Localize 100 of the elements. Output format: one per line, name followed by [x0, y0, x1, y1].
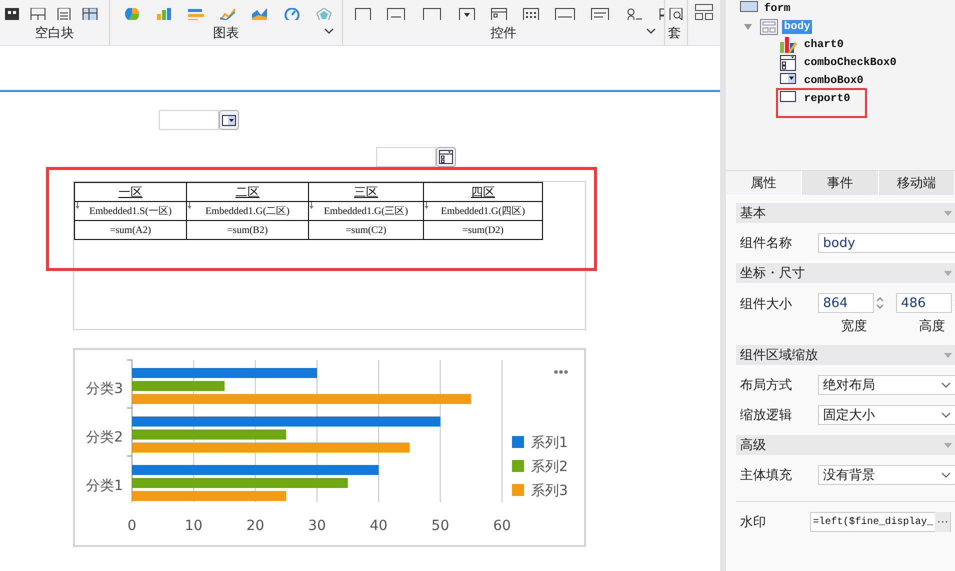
section-header[interactable]: 组件区域缩放: [736, 345, 955, 365]
table-cell: 四区: [424, 182, 542, 202]
axis-tick-label: 60: [493, 518, 511, 534]
table-cell: =sum(B2): [186, 220, 308, 240]
section-title: 高级: [740, 437, 766, 454]
chevron-down-icon: [941, 412, 951, 418]
down-arrow-icon: [187, 202, 192, 209]
section-title: 组件区域缩放: [740, 347, 818, 364]
axis-tick-label: 30: [308, 518, 326, 534]
section-header[interactable]: 高级: [736, 435, 955, 455]
chart-icon: [780, 37, 798, 53]
axis-tick-label: 10: [184, 518, 203, 534]
horizontal-bar-icon[interactable]: [188, 8, 204, 20]
table-icon[interactable]: [82, 8, 98, 20]
group-label: 空白块: [35, 24, 74, 42]
bar-chart-icon[interactable]: [156, 8, 172, 20]
tree-item[interactable]: comboBox0: [802, 74, 866, 88]
calendar-icon[interactable]: [523, 8, 539, 20]
section-title: 基本: [740, 205, 766, 222]
category-label: 分类1: [86, 478, 123, 494]
table-cell: =sum(D2): [424, 220, 542, 240]
search-icon[interactable]: [669, 8, 685, 20]
table-cell: 二区: [186, 182, 308, 202]
category-label: 分类2: [86, 430, 123, 446]
tree-item[interactable]: form: [762, 2, 792, 16]
axis-tick-label: 20: [246, 518, 264, 534]
line-chart-icon[interactable]: [220, 8, 236, 20]
section-title: 坐标・尺寸: [740, 265, 805, 282]
expand-down-icon[interactable]: [744, 24, 752, 30]
axis-tick-label: 0: [128, 518, 136, 534]
button-icon[interactable]: [423, 8, 443, 20]
area-chart-icon[interactable]: [252, 8, 268, 20]
down-arrow-icon: [75, 202, 80, 209]
more-icon[interactable]: [554, 370, 568, 374]
field-label: 组件名称: [740, 235, 793, 252]
text-area-icon[interactable]: [591, 8, 611, 20]
combo-box-field[interactable]: [159, 110, 219, 130]
group-label: 套: [668, 24, 681, 42]
table-cell: Embedded1.S(一区): [74, 202, 186, 220]
table-cell: Embedded1.G(四区): [424, 202, 542, 220]
layout-icon[interactable]: [30, 8, 46, 20]
field-label: 缩放逻辑: [740, 407, 793, 424]
panel-tab[interactable]: 属性: [726, 171, 802, 195]
tree-item[interactable]: chart0: [802, 38, 846, 52]
chevron-down-icon[interactable]: [324, 28, 334, 34]
number-field[interactable]: 486: [896, 293, 952, 313]
dropdown-field[interactable]: 固定大小: [818, 405, 955, 425]
gauge-icon[interactable]: [284, 8, 300, 20]
spinner-arrows-icon[interactable]: [875, 295, 885, 311]
chevron-down-icon: [941, 382, 951, 388]
section-header[interactable]: 基本: [736, 203, 955, 223]
down-arrow-icon: [309, 202, 314, 209]
table-cell: Embedded1.G(二区): [186, 202, 308, 220]
more-button[interactable]: ···: [935, 512, 950, 532]
formula-field[interactable]: =left($fine_display_: [811, 516, 936, 528]
label-icon[interactable]: [387, 8, 407, 20]
report-widget[interactable]: 一区 二区 三区 四区 Embedded1.S(一区) Embedded1.G(二区) Embedded1.G(三区) Embedded1.G(四区) =sum(A2) =sum(B2) =sum(C2) =sum(D2): [73, 181, 586, 330]
dropdown-field[interactable]: 没有背景: [818, 465, 955, 485]
combo-check-box-field[interactable]: [376, 147, 436, 167]
legend-label: 系列3: [531, 483, 568, 499]
field-label: 组件大小: [740, 296, 793, 313]
dropdown-icon[interactable]: [459, 8, 475, 20]
chevron-down-icon[interactable]: [646, 28, 656, 34]
field-caption: 宽度: [840, 318, 868, 335]
combo-list-icon: [439, 150, 453, 164]
combo-list-icon: [780, 55, 798, 71]
legend-label: 系列1: [531, 435, 568, 451]
chart-widget[interactable]: 分类3 分类2 分类1 0 10 20 30 40 50 60 系列1 系列2 系列3: [73, 348, 586, 547]
grid-icon[interactable]: [4, 8, 20, 20]
field-caption: 高度: [918, 318, 946, 335]
table-cell: 三区: [308, 182, 424, 202]
table-cell: Embedded1.G(三区): [308, 202, 424, 220]
document-icon[interactable]: [56, 8, 72, 20]
layout-icon[interactable]: [695, 4, 713, 20]
legend-label: 系列2: [531, 459, 568, 475]
dropdown-button[interactable]: [219, 110, 239, 130]
combo-list-icon[interactable]: [491, 8, 507, 20]
field-label: 布局方式: [740, 377, 793, 394]
section-header[interactable]: 坐标・尺寸: [736, 263, 955, 283]
text-box-icon[interactable]: [355, 8, 371, 20]
tree-item[interactable]: report0: [802, 92, 852, 106]
radio-group-icon[interactable]: [627, 8, 643, 20]
axis-tick-label: 50: [431, 518, 450, 534]
tree-item[interactable]: comboCheckBox0: [802, 56, 898, 70]
group-label: 控件: [490, 24, 516, 42]
chevron-down-icon: [941, 472, 951, 478]
dropdown-icon: [222, 114, 236, 126]
field-label: 水印: [740, 514, 767, 531]
layout-icon: [760, 19, 778, 35]
pie-chart-icon[interactable]: [124, 8, 140, 20]
table-cell: 一区: [74, 182, 186, 202]
number-field-icon[interactable]: [555, 8, 575, 20]
table-cell: =sum(C2): [308, 220, 424, 240]
number-field[interactable]: 864: [818, 293, 874, 313]
down-arrow-icon: [424, 202, 429, 209]
dropdown-field[interactable]: 绝对布局: [818, 375, 955, 395]
group-label: 图表: [213, 24, 239, 42]
input-field[interactable]: body: [818, 233, 955, 253]
category-label: 分类3: [86, 381, 123, 397]
dropdown-button[interactable]: [436, 147, 456, 167]
